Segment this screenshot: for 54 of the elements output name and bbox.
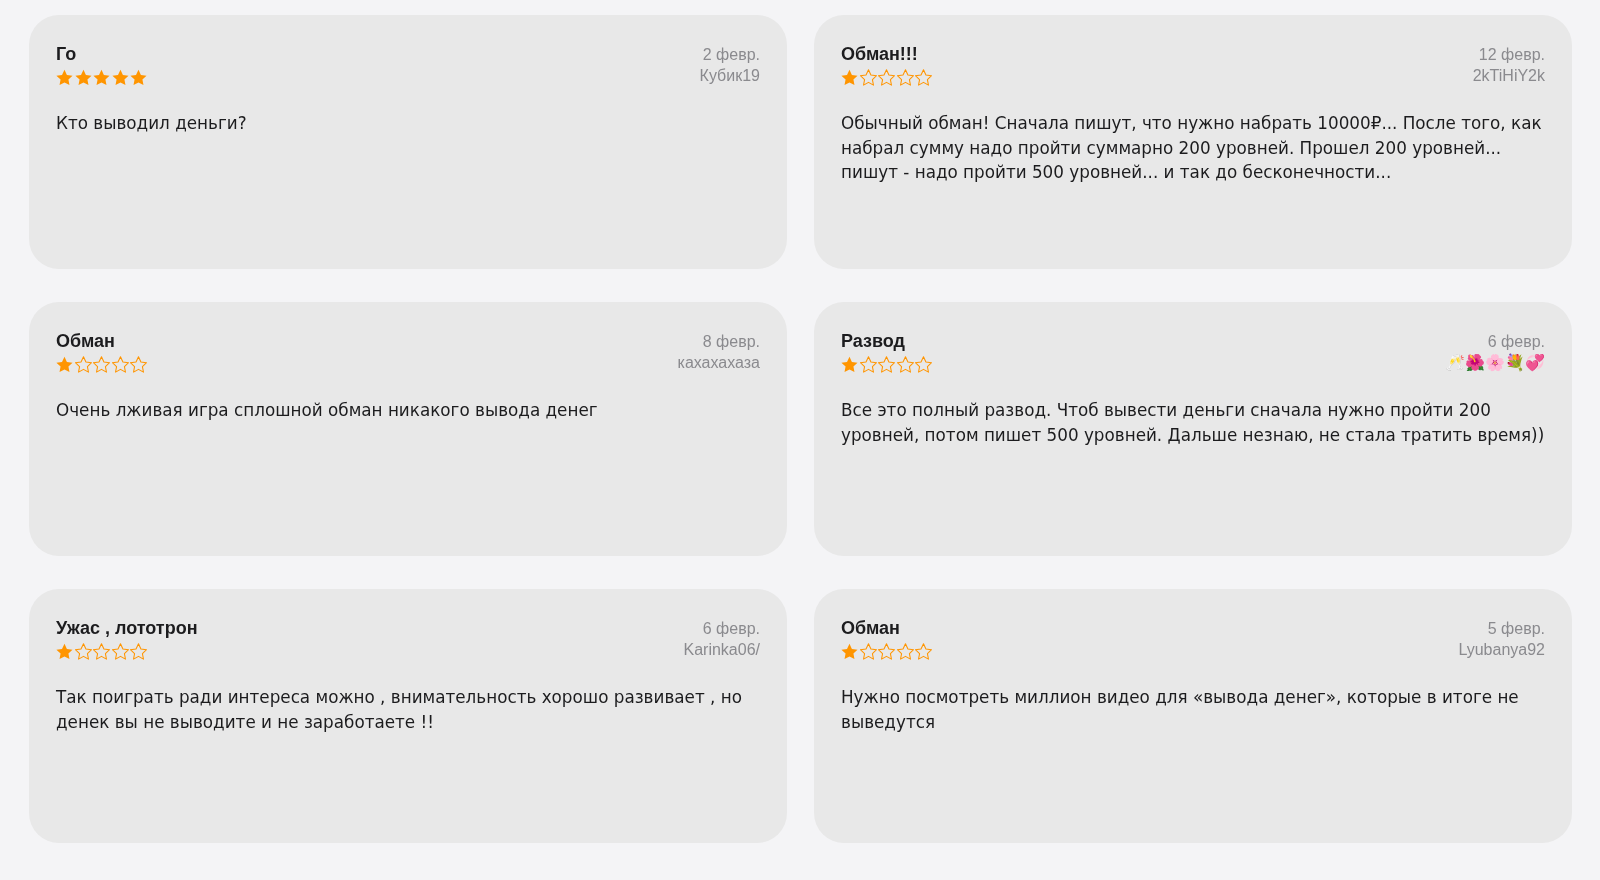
star-outline-icon bbox=[896, 643, 914, 660]
review-title: Обман bbox=[841, 617, 900, 639]
review-date: 6 февр. bbox=[702, 619, 760, 639]
star-icon bbox=[111, 69, 129, 86]
review-title: Ужас , лототрон bbox=[56, 617, 198, 639]
star-icon bbox=[841, 643, 858, 660]
review-author: кахахахаза bbox=[677, 353, 760, 373]
star-outline-icon bbox=[859, 69, 877, 86]
star-outline-icon bbox=[111, 643, 129, 660]
star-outline-icon bbox=[896, 69, 914, 86]
star-outline-icon bbox=[915, 643, 933, 660]
star-icon bbox=[130, 69, 148, 86]
review-title: Го bbox=[56, 43, 77, 65]
review-author: 🥂🌺🌸💐💞 bbox=[1445, 352, 1545, 373]
star-outline-icon bbox=[130, 643, 148, 660]
review-date: 2 февр. bbox=[702, 45, 760, 65]
review-date: 8 февр. bbox=[702, 332, 760, 352]
star-outline-icon bbox=[93, 643, 111, 660]
star-outline-icon bbox=[74, 643, 92, 660]
review-text: Кто выводил деньги? bbox=[56, 112, 248, 135]
review-text: Нужно посмотреть миллион видео для «вывода денег», которые в итоге не выведутся bbox=[841, 686, 1520, 734]
star-icon bbox=[56, 69, 73, 86]
star-icon bbox=[841, 69, 858, 86]
review-author: Karinka06/ bbox=[683, 640, 760, 660]
star-icon bbox=[74, 69, 92, 86]
star-outline-icon bbox=[74, 356, 92, 373]
review-title: Развод bbox=[841, 330, 905, 352]
review-author: Кубик19 bbox=[699, 66, 760, 86]
review-title: Обман bbox=[56, 330, 115, 352]
star-outline-icon bbox=[896, 356, 914, 373]
review-title: Обман!!! bbox=[841, 43, 918, 65]
review-text: Очень лживая игра сплошной обман никакого вывода денег bbox=[56, 399, 599, 422]
star-outline-icon bbox=[93, 356, 111, 373]
star-icon bbox=[56, 356, 73, 373]
star-outline-icon bbox=[859, 356, 877, 373]
star-outline-icon bbox=[878, 643, 896, 660]
star-icon bbox=[93, 69, 111, 86]
review-date: 12 февр. bbox=[1478, 45, 1545, 65]
review-text: Обычный обман! Сначала пишут, что нужно набрать 10000₽... После того, как набрал сумму надо пройти суммарно 200 уровней. Прошел 200 уровней... пишут - надо пройти 500 уровней... и так до бесконечности... bbox=[841, 112, 1543, 184]
star-outline-icon bbox=[878, 69, 896, 86]
review-date: 5 февр. bbox=[1487, 619, 1545, 639]
review-author: 2kTiHiY2k bbox=[1472, 66, 1545, 86]
review-text: Все это полный развод. Чтоб вывести деньги сначала нужно пройти 200 уровней, потом пишет 500 уровней. Дальше незнаю, не стала тратить время)) bbox=[841, 399, 1545, 447]
star-outline-icon bbox=[130, 356, 148, 373]
star-outline-icon bbox=[915, 69, 933, 86]
review-author: Lyubanya92 bbox=[1458, 640, 1545, 660]
star-outline-icon bbox=[111, 356, 129, 373]
star-outline-icon bbox=[859, 643, 877, 660]
star-icon bbox=[841, 356, 858, 373]
review-text: Так поиграть ради интереса можно , внимательность хорошо развивает , но денек вы не выводите и не заработаете !! bbox=[56, 686, 743, 734]
star-outline-icon bbox=[915, 356, 933, 373]
star-icon bbox=[56, 643, 73, 660]
star-outline-icon bbox=[878, 356, 896, 373]
review-date: 6 февр. bbox=[1487, 332, 1545, 352]
